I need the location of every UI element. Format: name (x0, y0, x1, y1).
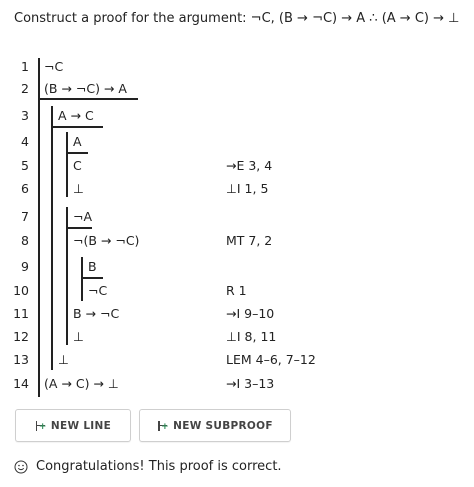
proof-line[interactable]: 8 ¬(B → ¬C) MT 7, 2 (0, 229, 474, 252)
proof-line[interactable]: 4 A (0, 130, 474, 153)
line-formula[interactable]: ⊥ (73, 177, 84, 200)
proof-line[interactable]: 14 (A → C) → ⊥ →I 3–13 (0, 372, 474, 395)
proof-line[interactable]: 7 ¬A (0, 205, 474, 228)
line-justification[interactable]: →I 9–10 (226, 302, 274, 325)
smiley-icon (14, 460, 28, 473)
line-formula[interactable]: ¬(B → ¬C) (73, 229, 139, 252)
line-number: 3 (21, 108, 29, 123)
proof-line[interactable]: 11 B → ¬C →I 9–10 (0, 302, 474, 325)
new-subproof-button[interactable]: + NEW SUBPROOF (139, 409, 291, 442)
line-number: 2 (21, 81, 29, 96)
status-message: Congratulations! This proof is correct. (14, 459, 282, 474)
line-number: 12 (13, 329, 29, 344)
proof-line[interactable]: 13 ⊥ LEM 4–6, 7–12 (0, 348, 474, 371)
line-number: 1 (21, 59, 29, 74)
line-justification[interactable]: →E 3, 4 (226, 154, 272, 177)
line-justification[interactable]: LEM 4–6, 7–12 (226, 348, 316, 371)
new-line-label: NEW LINE (50, 419, 112, 432)
line-number: 11 (13, 306, 29, 321)
line-formula[interactable]: ¬C (44, 55, 63, 78)
new-line-icon: + (35, 420, 47, 432)
proof-line[interactable]: 2 (B → ¬C) → A (0, 77, 474, 100)
line-formula[interactable]: ⊥ (58, 348, 69, 371)
line-formula[interactable]: A → C (58, 104, 94, 127)
line-justification[interactable]: ⊥I 1, 5 (226, 177, 268, 200)
new-subproof-label: NEW SUBPROOF (173, 419, 273, 432)
line-formula[interactable]: B (88, 255, 97, 278)
line-number: 4 (21, 134, 29, 149)
new-line-button[interactable]: + NEW LINE (15, 409, 131, 442)
proof-line[interactable]: 12 ⊥ ⊥I 8, 11 (0, 325, 474, 348)
proof-line[interactable]: 9 B (0, 255, 474, 278)
proof-line[interactable]: 10 ¬C R 1 (0, 279, 474, 302)
line-justification[interactable]: ⊥I 8, 11 (226, 325, 276, 348)
line-number: 13 (13, 352, 29, 367)
proof-line[interactable]: 3 A → C (0, 104, 474, 127)
line-number: 7 (21, 209, 29, 224)
line-formula[interactable]: C (73, 154, 82, 177)
line-number: 14 (13, 376, 29, 391)
line-number: 6 (21, 181, 29, 196)
proof-area: 1 ¬C 2 (B → ¬C) → A 3 A → C 4 A 5 C →E 3… (0, 55, 474, 397)
line-number: 5 (21, 158, 29, 173)
line-formula[interactable]: (B → ¬C) → A (44, 77, 127, 100)
status-text: Congratulations! This proof is correct. (36, 459, 282, 474)
line-formula[interactable]: A (73, 130, 82, 153)
line-formula[interactable]: B → ¬C (73, 302, 119, 325)
line-number: 10 (13, 283, 29, 298)
proof-line[interactable]: 6 ⊥ ⊥I 1, 5 (0, 177, 474, 200)
new-subproof-icon: + (157, 420, 169, 432)
line-justification[interactable]: R 1 (226, 279, 247, 302)
line-justification[interactable]: MT 7, 2 (226, 229, 272, 252)
line-justification[interactable]: →I 3–13 (226, 372, 274, 395)
line-formula[interactable]: ¬C (88, 279, 107, 302)
line-formula[interactable]: ¬A (73, 205, 92, 228)
line-number: 9 (21, 259, 29, 274)
problem-statement: Construct a proof for the argument: ¬C, … (14, 11, 460, 26)
proof-line[interactable]: 1 ¬C (0, 55, 474, 78)
line-number: 8 (21, 233, 29, 248)
line-formula[interactable]: (A → C) → ⊥ (44, 372, 119, 395)
line-formula[interactable]: ⊥ (73, 325, 84, 348)
proof-line[interactable]: 5 C →E 3, 4 (0, 154, 474, 177)
